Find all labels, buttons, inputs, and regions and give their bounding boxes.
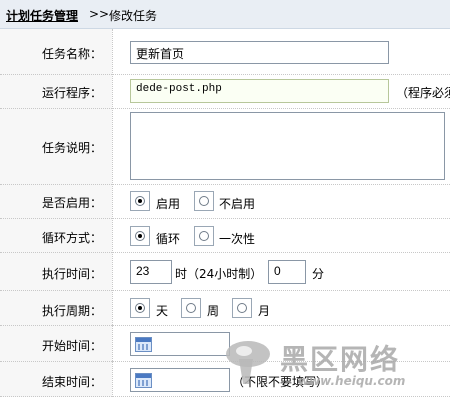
hour-unit: 时（24小时制） (175, 267, 263, 281)
description-textarea[interactable] (130, 112, 445, 180)
label-description: 任务说明： (42, 141, 103, 155)
calendar-icon[interactable] (135, 337, 152, 352)
watermark-text: 黑区网络 (280, 343, 401, 376)
calendar-icon[interactable] (135, 373, 152, 388)
row-loop-mode: 循环方式： 循环 一次性 (0, 219, 450, 253)
radio-unselected-icon (199, 231, 209, 241)
minute-unit: 分 (312, 267, 325, 281)
label-end-time: 结束时间： (42, 375, 103, 389)
row-exec-time: 执行时间： 23 时（24小时制） 0 分 (0, 253, 450, 291)
row-task-name: 任务名称： 更新首页 (0, 29, 450, 75)
enabled-no-radio[interactable] (194, 191, 214, 211)
loop-label: 循环 (156, 232, 181, 246)
hour-input[interactable]: 23 (130, 260, 172, 284)
label-enabled: 是否启用： (42, 196, 103, 210)
label-task-name: 任务名称： (42, 47, 103, 61)
radio-selected-icon (135, 303, 145, 313)
row-period: 执行周期： 天 周 月 (0, 291, 450, 326)
minute-input[interactable]: 0 (268, 260, 306, 284)
task-name-input[interactable]: 更新首页 (130, 41, 389, 64)
label-period: 执行周期： (42, 304, 103, 318)
period-day-radio[interactable] (130, 298, 150, 318)
radio-selected-icon (135, 196, 145, 206)
enabled-yes-label: 启用 (156, 197, 181, 211)
watermark: 黑区网络 www.heiqu.com (222, 336, 450, 394)
row-description: 任务说明： (0, 109, 450, 185)
label-start-time: 开始时间： (42, 339, 103, 353)
label-program: 运行程序： (42, 86, 103, 100)
radio-unselected-icon (186, 303, 196, 313)
period-week-radio[interactable] (181, 298, 201, 318)
period-day-label: 天 (156, 304, 169, 318)
row-enabled: 是否启用： 启用 不启用 (0, 185, 450, 219)
breadcrumb-separator: >> (89, 7, 110, 21)
label-exec-time: 执行时间： (42, 267, 103, 281)
breadcrumb-link-task-manager[interactable]: 计划任务管理 (6, 7, 78, 24)
enabled-no-label: 不启用 (219, 197, 256, 211)
breadcrumb: 计划任务管理 >> 修改任务 (0, 0, 450, 29)
radio-unselected-icon (237, 303, 247, 313)
label-loop-mode: 循环方式： (42, 231, 103, 245)
enabled-yes-radio[interactable] (130, 191, 150, 211)
program-input[interactable]: dede-post.php (130, 79, 389, 103)
once-label: 一次性 (219, 232, 256, 246)
period-month-label: 月 (258, 304, 271, 318)
period-week-label: 周 (207, 304, 220, 318)
program-note: （程序必须 (396, 86, 450, 100)
radio-unselected-icon (199, 196, 209, 206)
page-title: 修改任务 (109, 9, 158, 23)
period-month-radio[interactable] (232, 298, 252, 318)
watermark-url: www.heiqu.com (298, 374, 406, 388)
once-radio[interactable] (194, 226, 214, 246)
loop-radio[interactable] (130, 226, 150, 246)
radio-selected-icon (135, 231, 145, 241)
row-program: 运行程序： dede-post.php （程序必须 (0, 75, 450, 109)
